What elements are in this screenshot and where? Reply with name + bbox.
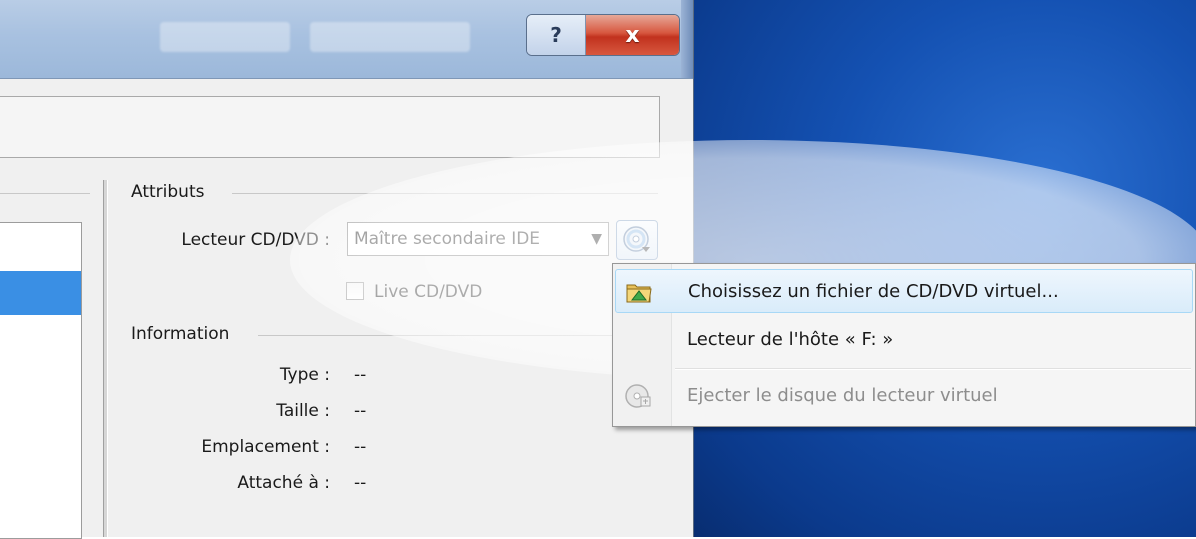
menu-separator (675, 368, 1191, 370)
live-cd-checkbox[interactable] (346, 282, 364, 300)
title-bar: ? x (0, 0, 693, 79)
dropdown-arrow-icon: ▼ (591, 231, 602, 247)
attributes-group-title: Attributs (131, 182, 205, 202)
disc-context-menu: Choisissez un fichier de CD/DVD virtuel.… (612, 263, 1196, 427)
info-label: Taille : (276, 401, 330, 421)
info-label: Attaché à : (237, 473, 330, 493)
storage-tree[interactable] (0, 222, 82, 539)
blurred-toolbar-button (310, 22, 470, 52)
disc-icon (623, 226, 650, 252)
live-cd-label: Live CD/DVD (374, 282, 483, 302)
left-group-divider (0, 193, 90, 194)
selected-tree-item[interactable] (0, 271, 81, 315)
info-value: -- (354, 365, 367, 385)
menu-item-choose-virtual-file[interactable]: Choisissez un fichier de CD/DVD virtuel.… (615, 269, 1193, 313)
help-button[interactable]: ? (527, 15, 586, 55)
menu-item-label: Choisissez un fichier de CD/DVD virtuel.… (688, 281, 1059, 302)
folder-icon (624, 277, 654, 307)
splitter-handle[interactable] (103, 180, 108, 537)
window-controls: ? x (526, 14, 680, 56)
menu-item-label: Ejecter le disque du lecteur virtuel (687, 385, 998, 406)
information-group-title: Information (131, 324, 230, 344)
drive-select[interactable]: Maître secondaire IDE ▼ (347, 222, 609, 256)
settings-dialog: ? x Attributs Lecteur CD/DVD : Maître se… (0, 0, 694, 539)
information-divider (258, 335, 658, 336)
info-label: Emplacement : (201, 437, 330, 457)
top-panel (0, 96, 660, 158)
choose-disc-button[interactable] (616, 220, 658, 260)
drive-label: Lecteur CD/DVD : (181, 230, 330, 250)
info-value: -- (354, 473, 367, 493)
close-button[interactable]: x (586, 15, 679, 55)
menu-item-host-drive[interactable]: Lecteur de l'hôte « F: » (615, 318, 1193, 362)
eject-disc-icon (623, 381, 653, 411)
attributes-divider (232, 193, 658, 194)
info-value: -- (354, 401, 367, 421)
blurred-toolbar-button (160, 22, 290, 52)
info-label: Type : (279, 365, 330, 385)
info-value: -- (354, 437, 367, 457)
menu-item-eject-disc[interactable]: Ejecter le disque du lecteur virtuel (615, 374, 1193, 418)
drive-select-value: Maître secondaire IDE (354, 229, 541, 249)
menu-item-label: Lecteur de l'hôte « F: » (687, 329, 894, 350)
